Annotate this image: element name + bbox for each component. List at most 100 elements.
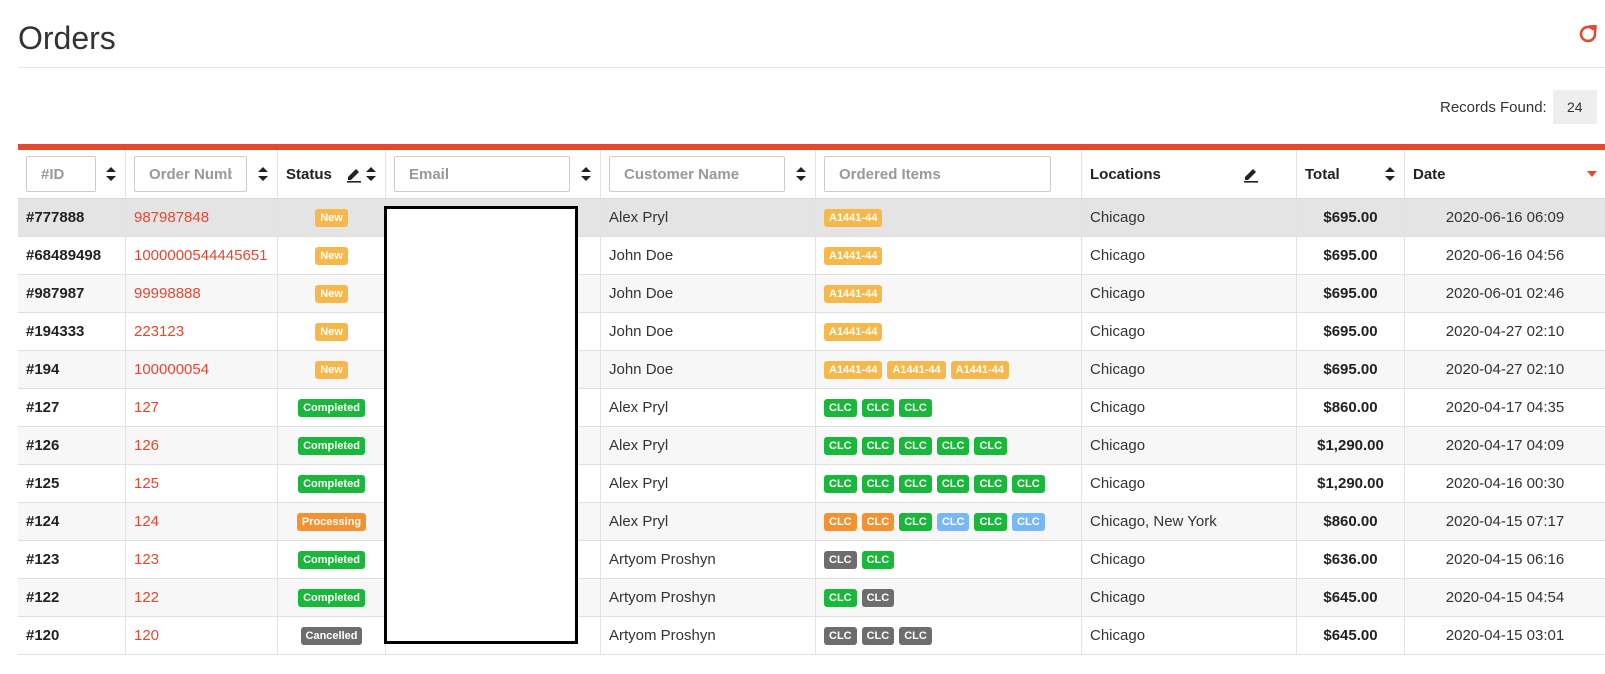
item-badge[interactable]: CLC [861,474,895,493]
sort-icon[interactable] [580,165,592,183]
status-cell: Completed [278,579,386,616]
order-number-link[interactable]: 123 [134,551,159,568]
order-id: #68489498 [18,237,126,274]
ordered-items-cell: CLC CLC [816,541,1082,578]
item-badge[interactable]: CLC [824,436,857,455]
total-cell: $695.00 [1297,351,1405,388]
item-badge[interactable]: CLC [824,550,857,569]
sort-icon[interactable] [257,165,269,183]
item-badge[interactable]: A1441-44 [887,360,946,379]
item-badge[interactable]: CLC [1012,474,1045,493]
table-row[interactable]: #126 126 Completed Alex Pryl CLC CLC CLC CLC CLC… [18,427,1605,465]
sort-icon[interactable] [365,165,377,183]
item-badge[interactable]: CLC [974,474,1008,493]
table-row[interactable]: #68489498 1000000544445651 New John Doe A144… [18,237,1605,275]
pencil-icon[interactable] [1242,165,1260,183]
ordered-items-cell: A1441-44 [816,237,1082,274]
item-badge[interactable]: CLC [824,588,857,607]
item-badge[interactable]: CLC [861,588,895,607]
item-badge[interactable]: CLC [824,626,857,645]
table-row[interactable]: #122 122 Completed Artyom Proshyn CLC CLC Chic… [18,579,1605,617]
order-number-link[interactable]: 223123 [134,323,184,340]
item-badge[interactable]: CLC [899,436,932,455]
item-badge[interactable]: CLC [974,512,1008,531]
sort-icon[interactable] [795,165,807,183]
table-row[interactable]: #777888 987987848 New Alex Pryl A1441-44 Chic… [18,199,1605,237]
refresh-icon[interactable] [1576,22,1600,46]
item-badge[interactable]: CLC [1012,512,1045,531]
item-badge[interactable]: CLC [861,436,895,455]
item-badge[interactable]: CLC [861,550,895,569]
item-badge[interactable]: CLC [936,512,970,531]
item-badge[interactable]: A1441-44 [950,360,1009,379]
date-cell: 2020-04-27 02:10 [1445,323,1565,340]
table-row[interactable]: #123 123 Completed Artyom Proshyn CLC CLC Chic… [18,541,1605,579]
sort-desc-icon[interactable] [1587,170,1597,178]
order-number-link[interactable]: 100000054 [134,361,209,378]
item-badge[interactable]: CLC [824,512,857,531]
item-badge[interactable]: A1441-44 [824,208,883,227]
order-number-link[interactable]: 126 [134,437,159,454]
header-total[interactable]: Total [1297,150,1405,198]
item-badge[interactable]: CLC [861,398,895,417]
order-number-filter-input[interactable] [134,156,247,192]
table-row[interactable]: #125 125 Completed Alex Pryl CLC CLC CLC CLC CLC… [18,465,1605,503]
item-badge[interactable]: CLC [899,398,932,417]
order-number-link[interactable]: 127 [134,399,159,416]
table-row[interactable]: #120 120 Cancelled Artyom Proshyn CLC CLC CLC C… [18,617,1605,655]
order-number-link[interactable]: 99998888 [134,285,201,302]
id-filter-input[interactable] [26,156,96,192]
order-number-link[interactable]: 125 [134,475,159,492]
sort-icon[interactable] [1384,165,1396,183]
ordered-items-filter-input[interactable] [824,156,1051,192]
table-row[interactable]: #987987 99998888 New John Doe A1441-44 Chicag… [18,275,1605,313]
order-number-link[interactable]: 124 [134,513,159,530]
table-row[interactable]: #124 124 Processing Alex Pryl CLC CLC CLC CLC CL… [18,503,1605,541]
table-row[interactable]: #194 100000054 New John Doe A1441-44 A1441-44… [18,351,1605,389]
item-badge[interactable]: CLC [861,512,895,531]
status-cell: Completed [278,389,386,426]
item-badge[interactable]: A1441-44 [824,284,883,303]
order-number-link[interactable]: 122 [134,589,159,606]
item-badge[interactable]: CLC [974,436,1008,455]
header-email [386,150,601,198]
records-found-count: 24 [1552,90,1597,124]
table-row[interactable]: #127 127 Completed Alex Pryl CLC CLC CLC Chicag… [18,389,1605,427]
email-filter-input[interactable] [394,156,570,192]
order-id: #127 [18,389,126,426]
sort-icon[interactable] [105,165,117,183]
total-header-label: Total [1305,165,1340,183]
header-date[interactable]: Date [1405,150,1605,198]
item-badge[interactable]: CLC [824,398,857,417]
item-badge[interactable]: CLC [899,626,932,645]
records-found-label: Records Found: [1440,98,1547,116]
item-badge[interactable]: CLC [899,512,932,531]
order-number-link[interactable]: 987987848 [134,209,209,226]
table-row[interactable]: #194333 223123 New John Doe A1441-44 Chicago $… [18,313,1605,351]
pencil-icon[interactable] [345,165,363,183]
status-header-label: Status [286,165,332,183]
ordered-items-cell: A1441-44 A1441-44 A1441-44 [816,351,1082,388]
item-badge[interactable]: CLC [936,436,970,455]
item-badge[interactable]: A1441-44 [824,360,883,379]
order-id: #125 [18,465,126,502]
item-badge[interactable]: A1441-44 [824,246,883,265]
item-badge[interactable]: CLC [936,474,970,493]
item-badge[interactable]: CLC [861,626,895,645]
header-ordered-items [816,150,1082,198]
location-cell: Chicago [1082,199,1297,236]
order-number-link[interactable]: 1000000544445651 [134,247,267,264]
item-badge[interactable]: A1441-44 [824,322,883,341]
date-cell: 2020-04-15 07:17 [1445,513,1565,530]
ordered-items-cell: CLC CLC CLC CLC CLC CLC [816,503,1082,540]
item-badge[interactable]: CLC [824,474,857,493]
date-cell: 2020-04-27 02:10 [1445,361,1565,378]
customer-name: Artyom Proshyn [601,579,816,616]
customer-name-filter-input[interactable] [609,156,785,192]
date-cell: 2020-04-16 00:30 [1445,475,1565,492]
item-badge[interactable]: CLC [899,474,932,493]
order-number-link[interactable]: 120 [134,627,159,644]
ordered-items-cell: CLC CLC CLC CLC CLC [816,427,1082,464]
date-cell: 2020-06-01 02:46 [1445,285,1565,302]
date-cell: 2020-04-15 03:01 [1445,627,1565,644]
